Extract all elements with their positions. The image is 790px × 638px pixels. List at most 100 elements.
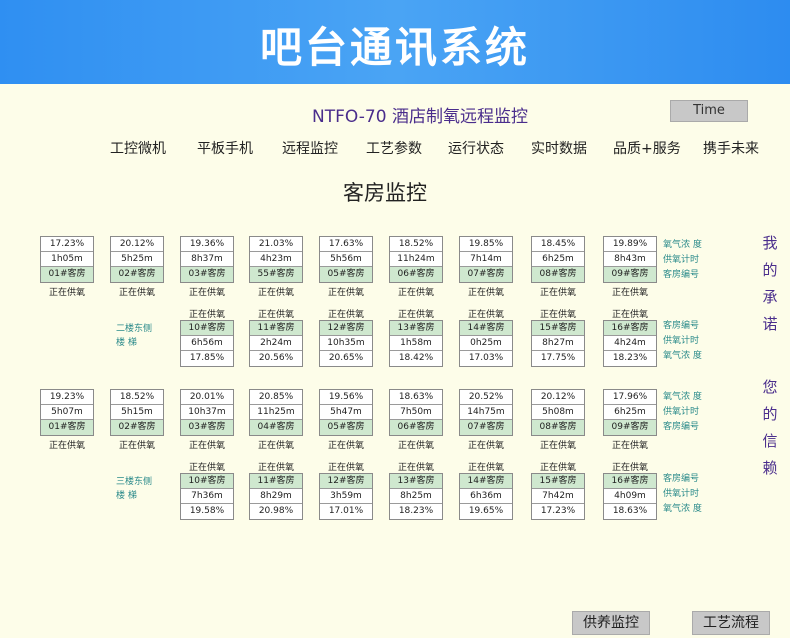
room-cell[interactable]: 18.52% 11h24m 06#客房: [389, 236, 443, 283]
banner-title: 吧台通讯系统: [259, 23, 530, 72]
oxygen-concentration: 18.52%: [390, 237, 442, 252]
nav-future[interactable]: 携手未来: [703, 138, 759, 158]
supply-status: 正在供氧: [611, 463, 648, 473]
room-cell[interactable]: 20.85% 11h25m 04#客房: [249, 389, 303, 436]
room-cell[interactable]: 16#客房 4h24m 18.23%: [603, 320, 657, 367]
oxygen-concentration: 20.56%: [258, 353, 294, 363]
room-number: 05#客房: [320, 267, 372, 282]
oxygen-concentration: 19.23%: [41, 390, 93, 405]
room-cell[interactable]: 16#客房 4h09m 18.63%: [603, 473, 657, 520]
slogan-char: 信: [762, 432, 778, 450]
time-button[interactable]: Time: [670, 100, 748, 122]
oxygen-concentration: 17.23%: [540, 506, 576, 516]
room-cell[interactable]: 19.89% 8h43m 09#客房: [603, 236, 657, 283]
room-cell[interactable]: 17.63% 5h56m 05#客房: [319, 236, 373, 283]
room-cell[interactable]: 15#客房 7h42m 17.23%: [531, 473, 585, 520]
room-cell[interactable]: 11#客房 8h29m 20.98%: [249, 473, 303, 520]
room-number: 12#客房: [320, 321, 372, 336]
room-number: 07#客房: [460, 420, 512, 435]
supply-status: 正在供氧: [48, 441, 85, 451]
legend-timer: 供氧计时: [663, 407, 700, 417]
room-cell[interactable]: 20.52% 14h75m 07#客房: [459, 389, 513, 436]
room-cell[interactable]: 20.12% 5h25m 02#客房: [110, 236, 164, 283]
supply-status: 正在供氧: [48, 288, 85, 298]
process-flow-button[interactable]: 工艺流程: [692, 611, 770, 635]
supply-timer: 5h56m: [320, 252, 372, 267]
nav-ipc[interactable]: 工控微机: [110, 138, 166, 158]
room-cell[interactable]: 19.85% 7h14m 07#客房: [459, 236, 513, 283]
supply-status: 正在供氧: [611, 310, 648, 320]
oxygen-concentration: 17.03%: [468, 353, 504, 363]
supply-timer: 10h35m: [320, 336, 372, 351]
slogan-my-promise: 我 的 承 诺: [762, 232, 778, 340]
room-number: 14#客房: [460, 321, 512, 336]
nav-run-status[interactable]: 运行状态: [448, 138, 504, 158]
room-number: 16#客房: [604, 321, 656, 336]
room-cell[interactable]: 14#客房 6h36m 19.65%: [459, 473, 513, 520]
oxygen-concentration: 18.23%: [398, 506, 434, 516]
nav-tablet[interactable]: 平板手机: [197, 138, 253, 158]
room-cell[interactable]: 20.01% 10h37m 03#客房: [180, 389, 234, 436]
room-cell[interactable]: 10#客房 6h56m 17.85%: [180, 320, 234, 367]
nav-remote-monitor[interactable]: 远程监控: [282, 138, 338, 158]
legend-concentration: 氧气浓 度: [663, 504, 702, 514]
supply-timer: 7h36m: [181, 489, 233, 504]
room-number: 08#客房: [532, 267, 584, 282]
room-cell[interactable]: 14#客房 0h25m 17.03%: [459, 320, 513, 367]
room-number: 06#客房: [390, 267, 442, 282]
nav-realtime-data[interactable]: 实时数据: [531, 138, 587, 158]
supply-status: 正在供氧: [539, 310, 576, 320]
supply-timer: 3h59m: [320, 489, 372, 504]
supply-timer: 4h23m: [250, 252, 302, 267]
supply-status: 正在供氧: [327, 463, 364, 473]
slogan-char: 诺: [762, 315, 778, 333]
room-cell[interactable]: 20.12% 5h08m 08#客房: [531, 389, 585, 436]
supply-timer: 14h75m: [460, 405, 512, 420]
stairs-line: 楼 梯: [116, 338, 137, 348]
legend-room-no: 客房编号: [663, 321, 700, 331]
oxygen-concentration: 17.96%: [604, 390, 656, 405]
oxygen-concentration: 19.89%: [604, 237, 656, 252]
supply-timer: 7h14m: [460, 252, 512, 267]
oxygen-concentration: 17.85%: [189, 353, 225, 363]
legend-room-no: 客房编号: [663, 270, 700, 280]
room-cell[interactable]: 12#客房 3h59m 17.01%: [319, 473, 373, 520]
room-cell[interactable]: 19.23% 5h07m 01#客房: [40, 389, 94, 436]
supply-status: 正在供氧: [397, 288, 434, 298]
oxygen-concentration: 19.85%: [460, 237, 512, 252]
oxygen-concentration: 18.23%: [612, 353, 648, 363]
room-cell[interactable]: 18.45% 6h25m 08#客房: [531, 236, 585, 283]
room-cell[interactable]: 12#客房 10h35m 20.65%: [319, 320, 373, 367]
legend-concentration: 氧气浓 度: [663, 351, 702, 361]
room-cell[interactable]: 13#客房 1h58m 18.42%: [389, 320, 443, 367]
supply-timer: 7h42m: [532, 489, 584, 504]
oxygen-concentration: 21.03%: [250, 237, 302, 252]
room-cell[interactable]: 21.03% 4h23m 55#客房: [249, 236, 303, 283]
room-cell[interactable]: 11#客房 2h24m 20.56%: [249, 320, 303, 367]
supply-monitor-button[interactable]: 供养监控: [572, 611, 650, 635]
supply-status: 正在供氧: [118, 441, 155, 451]
nav-quality-service[interactable]: 品质+服务: [613, 138, 681, 158]
room-cell[interactable]: 19.36% 8h37m 03#客房: [180, 236, 234, 283]
room-cell[interactable]: 19.56% 5h47m 05#客房: [319, 389, 373, 436]
room-cell[interactable]: 18.52% 5h15m 02#客房: [110, 389, 164, 436]
room-cell[interactable]: 17.23% 1h05m 01#客房: [40, 236, 94, 283]
legend-floor2-bottom: 客房编号 供氧计时 氧气浓 度: [663, 319, 702, 364]
supply-timer: 8h29m: [250, 489, 302, 504]
room-cell[interactable]: 15#客房 8h27m 17.75%: [531, 320, 585, 367]
supply-timer: 5h08m: [532, 405, 584, 420]
stairs-label-floor2: 二楼东侧 楼 梯: [116, 322, 176, 350]
room-cell[interactable]: 18.63% 7h50m 06#客房: [389, 389, 443, 436]
supply-timer: 5h25m: [111, 252, 163, 267]
oxygen-concentration: 20.12%: [111, 237, 163, 252]
oxygen-concentration: 17.63%: [320, 237, 372, 252]
room-number: 15#客房: [532, 474, 584, 489]
supply-timer: 5h47m: [320, 405, 372, 420]
room-cell[interactable]: 17.96% 6h25m 09#客房: [603, 389, 657, 436]
legend-timer: 供氧计时: [663, 336, 700, 346]
room-cell[interactable]: 13#客房 8h25m 18.23%: [389, 473, 443, 520]
nav-process-params[interactable]: 工艺参数: [366, 138, 422, 158]
room-cell[interactable]: 10#客房 7h36m 19.58%: [180, 473, 234, 520]
slogan-char: 我: [762, 234, 778, 252]
oxygen-concentration: 20.98%: [258, 506, 294, 516]
